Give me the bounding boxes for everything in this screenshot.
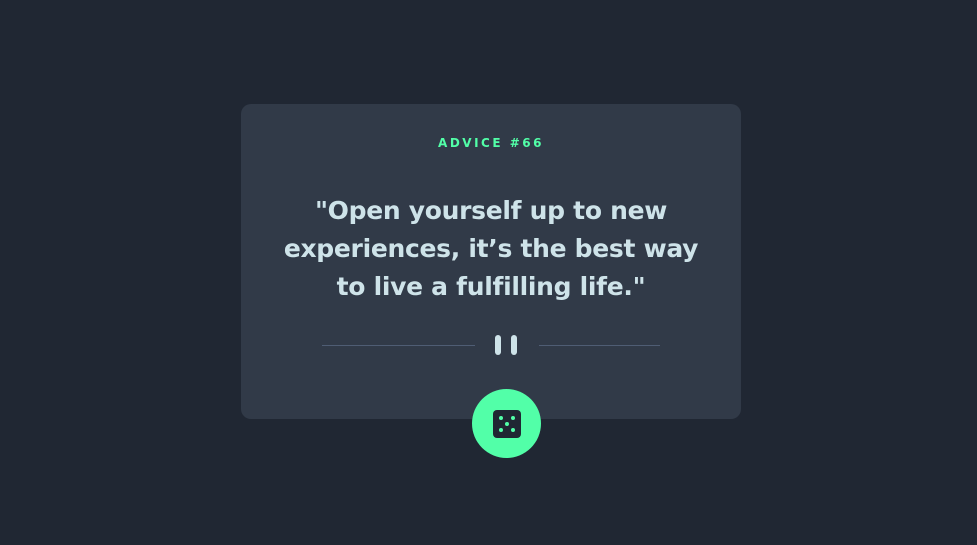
pause-bar-left	[495, 335, 501, 355]
generate-advice-button[interactable]	[472, 389, 541, 458]
divider-line-right	[539, 345, 660, 346]
divider-line-left	[322, 345, 475, 346]
pause-bar-right	[511, 335, 517, 355]
advice-card: ADVICE #66 "Open yourself up to new expe…	[241, 104, 741, 419]
advice-number-label: ADVICE #66	[438, 136, 544, 150]
advice-quote: "Open yourself up to new experiences, it…	[283, 196, 699, 301]
pause-icon	[495, 335, 521, 355]
dice-icon	[492, 409, 521, 438]
divider	[322, 335, 660, 355]
